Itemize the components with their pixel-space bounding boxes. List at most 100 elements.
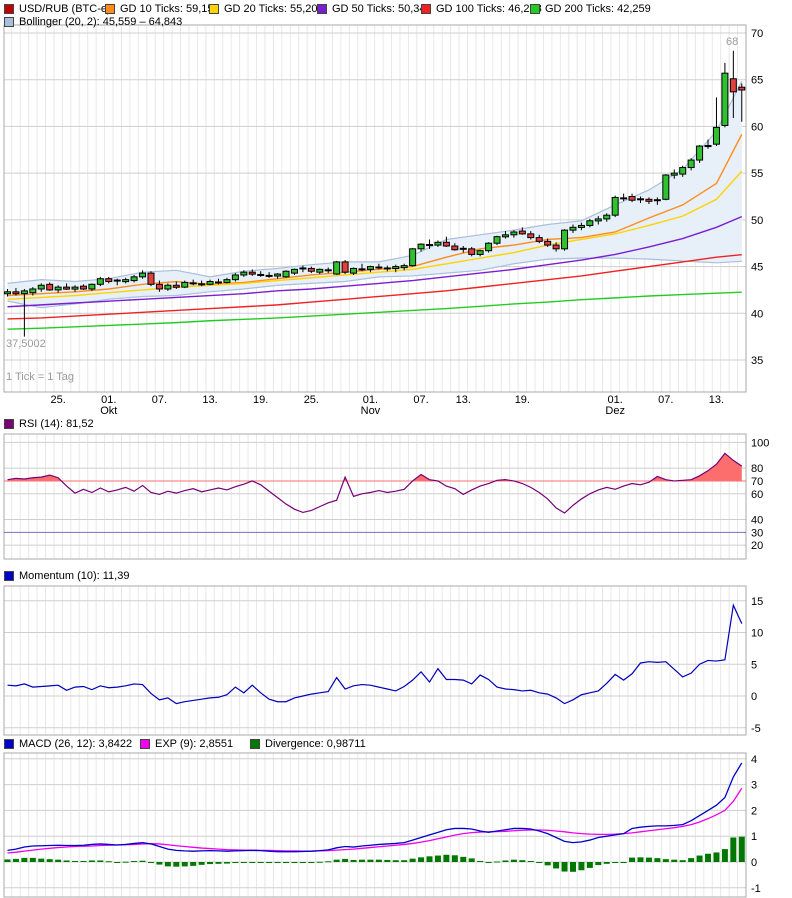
candle-body (224, 280, 230, 283)
svg-text:Okt: Okt (100, 405, 117, 417)
candle-body (182, 282, 188, 287)
divergence-bar (106, 861, 112, 862)
legend-item-gd50: GD 50 Ticks: 50,349 (317, 3, 432, 15)
svg-text:35: 35 (751, 355, 763, 367)
bollinger-label: Bollinger (20, 2): 45,559 – 64,843 (19, 16, 182, 28)
legend-item-momentum: Momentum (10): 11,39 (4, 570, 129, 582)
candle-body (536, 238, 542, 242)
gd100-swatch (421, 4, 431, 14)
divergence-bar (705, 854, 711, 862)
gd10-swatch (105, 4, 115, 14)
chart-app: 706560555045403525.01.07.13.19.25.01.07.… (0, 0, 792, 898)
divergence-bar (604, 862, 610, 864)
instrument-label: USD/RUB (BTC-e) (19, 3, 111, 15)
divergence-bar (435, 856, 441, 862)
divergence-bar (443, 855, 449, 862)
doji-candle (358, 268, 365, 270)
divergence-bar (165, 862, 171, 866)
doji-candle (198, 283, 205, 285)
candle-body (89, 284, 95, 289)
candle-body (553, 245, 559, 249)
divergence-bar (47, 859, 53, 862)
svg-text:40: 40 (751, 514, 763, 526)
svg-text:15: 15 (751, 596, 763, 608)
candle-body (452, 246, 458, 250)
candle-body (38, 285, 44, 289)
candle-body (334, 262, 340, 274)
svg-text:20: 20 (751, 540, 763, 552)
candle-body (64, 287, 70, 289)
gd50-label: GD 50 Ticks: 50,349 (332, 3, 432, 15)
svg-text:13.: 13. (456, 394, 471, 406)
doji-candle (114, 280, 121, 282)
candle-body (713, 127, 719, 144)
divergence-bar (123, 862, 129, 863)
svg-text:45: 45 (751, 262, 763, 274)
divergence-bar (713, 852, 719, 862)
divergence-bar (5, 859, 11, 862)
candle-body (528, 234, 534, 238)
svg-text:65: 65 (751, 75, 763, 87)
divergence-bar (114, 862, 120, 863)
divergence-bar (291, 862, 297, 863)
high-price-marker: 68 (726, 36, 738, 48)
candle-body (595, 219, 601, 221)
svg-text:2: 2 (751, 805, 757, 817)
macd-panel[interactable]: 43210-1 (4, 753, 761, 897)
candle-body (494, 237, 500, 244)
divergence-bar (739, 837, 745, 862)
divergence-bar (376, 860, 382, 862)
candle-body (207, 282, 213, 285)
candle-body (393, 267, 399, 269)
candle-body (418, 244, 424, 249)
doji-candle (215, 281, 222, 283)
exp-swatch (140, 739, 150, 749)
candle-body (477, 251, 483, 255)
rsi-panel[interactable]: 100806040207030 (4, 434, 769, 559)
candle-body (367, 267, 373, 270)
divergence-bar (156, 862, 162, 865)
divergence-bar (131, 861, 137, 862)
divergence-bar (334, 860, 340, 862)
candle-body (351, 268, 357, 273)
candle-body (629, 196, 635, 200)
divergence-bar (38, 859, 44, 862)
divergence-bar (317, 862, 323, 863)
divergence-bar (646, 858, 652, 862)
momentum-panel[interactable]: 151050-5 (4, 586, 763, 735)
price-chart-panel[interactable]: 706560555045403525.01.07.13.19.25.01.07.… (4, 25, 763, 417)
divergence-bar (722, 849, 728, 862)
candle-body (165, 285, 171, 289)
divergence-bar (528, 861, 534, 862)
divergence-bar (64, 860, 70, 862)
instrument-swatch (4, 4, 14, 14)
candle-body (663, 175, 669, 199)
divergence-bar (553, 862, 559, 868)
candle-body (722, 73, 728, 125)
divergence-bar (199, 862, 205, 865)
divergence-bar (308, 862, 314, 863)
macd-swatch (4, 739, 14, 749)
divergence-bar (13, 859, 19, 862)
candle-body (317, 269, 323, 272)
legend-item-macd: MACD (26, 12): 3,8422 (4, 738, 132, 750)
divergence-bar (452, 855, 458, 862)
candle-body (612, 197, 618, 215)
svg-text:07.: 07. (413, 394, 428, 406)
divergence-bar (460, 857, 466, 862)
candle-body (140, 273, 146, 277)
candle-body (275, 274, 281, 276)
gd50-swatch (317, 4, 327, 14)
doji-candle (426, 244, 433, 246)
doji-candle (375, 267, 382, 269)
legend-item-divergence: Divergence: 0,98711 (250, 738, 366, 750)
chart-canvas[interactable]: 706560555045403525.01.07.13.19.25.01.07.… (0, 0, 792, 898)
candle-body (241, 272, 247, 275)
svg-text:30: 30 (751, 527, 763, 539)
divergence-label: Divergence: 0,98711 (265, 738, 366, 750)
legend-item-gd20: GD 20 Ticks: 55,201 (209, 3, 324, 15)
candle-body (680, 168, 686, 175)
candle-body (13, 292, 19, 294)
divergence-bar (427, 856, 433, 862)
candle-body (443, 242, 449, 246)
